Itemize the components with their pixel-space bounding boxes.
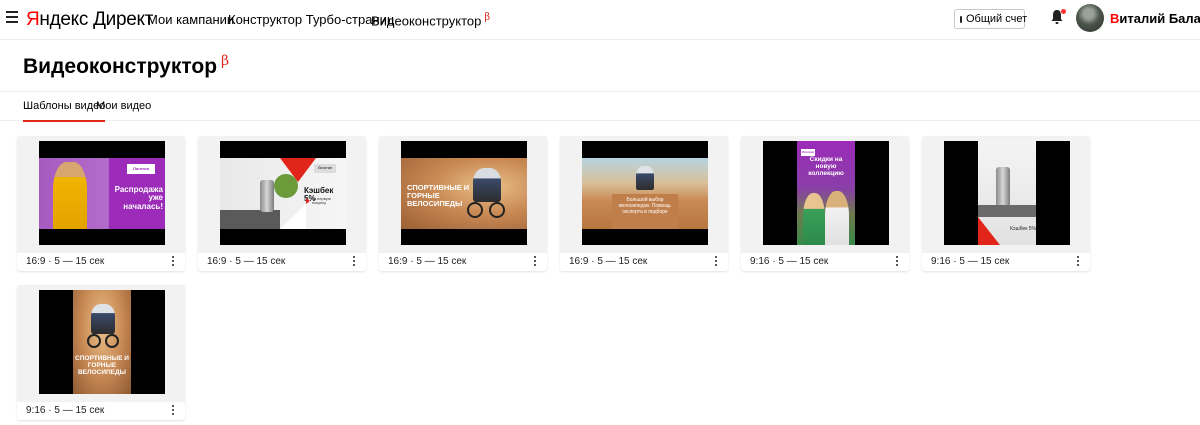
logo-brand-first: Я xyxy=(26,9,40,30)
notifications-bell-icon[interactable] xyxy=(1050,9,1066,27)
template-footer: 16:9 · 5 — 15 сек xyxy=(379,253,547,271)
page-title: Видеоконструктор β xyxy=(23,53,229,79)
video-preview: Логотип Скидки на новую коллекцию xyxy=(763,141,889,245)
user-name-initial: В xyxy=(1110,11,1120,26)
user-avatar[interactable] xyxy=(1076,4,1104,32)
cyclist-photo xyxy=(473,168,501,202)
template-card[interactable]: Логотип Кэшбек 5% за первую покупку 16:9… xyxy=(198,136,366,271)
yandex-direct-logo[interactable]: Яндекс Директ xyxy=(26,9,153,31)
logo-brand-rest: ндекс xyxy=(39,9,89,30)
template-footer: 9:16 · 5 — 15 сек xyxy=(741,253,909,271)
user-name-rest: италий Баландин xyxy=(1119,11,1200,26)
template-thumbnail[interactable]: Кэшбек 5% xyxy=(922,136,1090,253)
tab-video-templates[interactable]: Шаблоны видео xyxy=(23,100,106,122)
model-photo xyxy=(53,162,87,229)
template-card[interactable]: СПОРТИВНЫЕ И ГОРНЫЕ ВЕЛОСИПЕДЫ 9:16 · 5 … xyxy=(17,285,185,420)
more-options-icon[interactable] xyxy=(1076,256,1080,267)
model-photo xyxy=(825,191,849,245)
template-thumbnail[interactable]: Логотип Скидки на новую коллекцию xyxy=(741,136,909,253)
more-options-icon[interactable] xyxy=(171,405,175,416)
user-name[interactable]: Виталий Баландин xyxy=(1110,11,1200,26)
more-options-icon[interactable] xyxy=(171,256,175,267)
nav-video-constructor-label: Видеоконструктор xyxy=(371,13,482,29)
video-preview: Большой выбор велосипедов. Помощь экспер… xyxy=(582,141,708,245)
template-thumbnail[interactable]: Большой выбор велосипедов. Помощь экспер… xyxy=(560,136,728,253)
cyclist-photo xyxy=(91,304,115,334)
video-preview: Логотип Распродажа уже началась! xyxy=(39,141,165,245)
kitchen-counter xyxy=(220,210,280,229)
template-footer: 16:9 · 5 — 15 сек xyxy=(198,253,366,271)
template-format: 9:16 · 5 — 15 сек xyxy=(931,256,1010,267)
page-title-beta: β xyxy=(221,53,230,69)
template-card[interactable]: Логотип Распродажа уже началась! 16:9 · … xyxy=(17,136,185,271)
video-preview: СПОРТИВНЫЕ И ГОРНЫЕ ВЕЛОСИПЕДЫ xyxy=(401,141,527,245)
bike-wheel xyxy=(489,202,505,218)
wallet-icon xyxy=(960,15,962,23)
cyclist-photo xyxy=(636,166,654,190)
model-photo xyxy=(803,193,825,245)
plant-photo xyxy=(274,174,298,198)
white-corner-decor xyxy=(280,204,306,229)
blender-photo xyxy=(996,167,1010,207)
shared-account-button[interactable]: Общий счет xyxy=(954,9,1028,29)
template-overlay-text: Скидки на новую коллекцию xyxy=(808,156,844,177)
more-options-icon[interactable] xyxy=(533,256,537,267)
beta-mark: β xyxy=(484,12,491,23)
logo-product: Директ xyxy=(93,9,154,30)
notification-dot xyxy=(1061,9,1066,14)
more-options-icon[interactable] xyxy=(895,256,899,267)
template-format: 16:9 · 5 — 15 сек xyxy=(569,256,648,267)
play-arrow-icon xyxy=(306,198,310,204)
logo-badge: Логотип xyxy=(801,149,815,156)
template-footer: 16:9 · 5 — 15 сек xyxy=(560,253,728,271)
template-overlay-text: Кэшбек 5% xyxy=(1010,226,1036,232)
template-overlay-text: СПОРТИВНЫЕ И ГОРНЫЕ ВЕЛОСИПЕДЫ xyxy=(75,355,129,376)
tab-bar: Шаблоны видео Мои видео xyxy=(0,91,1200,122)
template-footer: 9:16 · 5 — 15 сек xyxy=(17,402,185,420)
template-card[interactable]: Большой выбор велосипедов. Помощь экспер… xyxy=(560,136,728,271)
shared-account-label: Общий счет xyxy=(966,13,1028,25)
template-footer: 16:9 · 5 — 15 сек xyxy=(17,253,185,271)
template-card[interactable]: СПОРТИВНЫЕ И ГОРНЫЕ ВЕЛОСИПЕДЫ 16:9 · 5 … xyxy=(379,136,547,271)
bike-wheel xyxy=(87,334,101,348)
nav-video-constructor[interactable]: Видеоконструктор β xyxy=(371,12,490,28)
template-card[interactable]: Логотип Скидки на новую коллекцию 9:16 ·… xyxy=(741,136,909,271)
more-options-icon[interactable] xyxy=(714,256,718,267)
more-options-icon[interactable] xyxy=(352,256,356,267)
template-thumbnail[interactable]: СПОРТИВНЫЕ И ГОРНЫЕ ВЕЛОСИПЕДЫ xyxy=(379,136,547,253)
template-thumbnail[interactable]: Логотип Кэшбек 5% за первую покупку xyxy=(198,136,366,253)
video-preview: Кэшбек 5% xyxy=(944,141,1070,245)
logo-badge: Логотип xyxy=(127,164,155,174)
template-format: 16:9 · 5 — 15 сек xyxy=(388,256,467,267)
nav-my-campaigns[interactable]: Мои кампании xyxy=(147,12,234,27)
template-format: 16:9 · 5 — 15 сек xyxy=(26,256,105,267)
bike-wheel xyxy=(105,334,119,348)
template-thumbnail[interactable]: Логотип Распродажа уже началась! xyxy=(17,136,185,253)
template-format: 9:16 · 5 — 15 сек xyxy=(26,405,105,416)
logo-badge: Логотип xyxy=(314,164,336,173)
blender-photo xyxy=(260,180,274,212)
template-overlay-subtext: за первую покупку xyxy=(312,196,331,206)
video-preview: Логотип Кэшбек 5% за первую покупку xyxy=(220,141,346,245)
page-title-label: Видеоконструктор xyxy=(23,55,218,78)
template-overlay-text: СПОРТИВНЫЕ И ГОРНЫЕ ВЕЛОСИПЕДЫ xyxy=(407,183,470,208)
template-overlay-text: Большой выбор велосипедов. Помощь экспер… xyxy=(618,197,672,215)
template-footer: 9:16 · 5 — 15 сек xyxy=(922,253,1090,271)
tab-my-videos[interactable]: Мои видео xyxy=(96,100,151,112)
red-triangle-decor xyxy=(978,217,1000,245)
top-header: Яндекс Директ Мои кампании Конструктор Т… xyxy=(0,0,1200,40)
menu-icon[interactable] xyxy=(6,11,18,23)
template-thumbnail[interactable]: СПОРТИВНЫЕ И ГОРНЫЕ ВЕЛОСИПЕДЫ xyxy=(17,285,185,402)
kitchen-counter xyxy=(978,205,1036,217)
template-overlay-text: Распродажа уже началась! xyxy=(114,185,163,211)
template-format: 16:9 · 5 — 15 сек xyxy=(207,256,286,267)
template-format: 9:16 · 5 — 15 сек xyxy=(750,256,829,267)
nav-turbo-constructor[interactable]: Конструктор Турбо-страниц xyxy=(228,12,394,27)
video-preview: СПОРТИВНЫЕ И ГОРНЫЕ ВЕЛОСИПЕДЫ xyxy=(39,290,165,394)
template-card[interactable]: Кэшбек 5% 9:16 · 5 — 15 сек xyxy=(922,136,1090,271)
